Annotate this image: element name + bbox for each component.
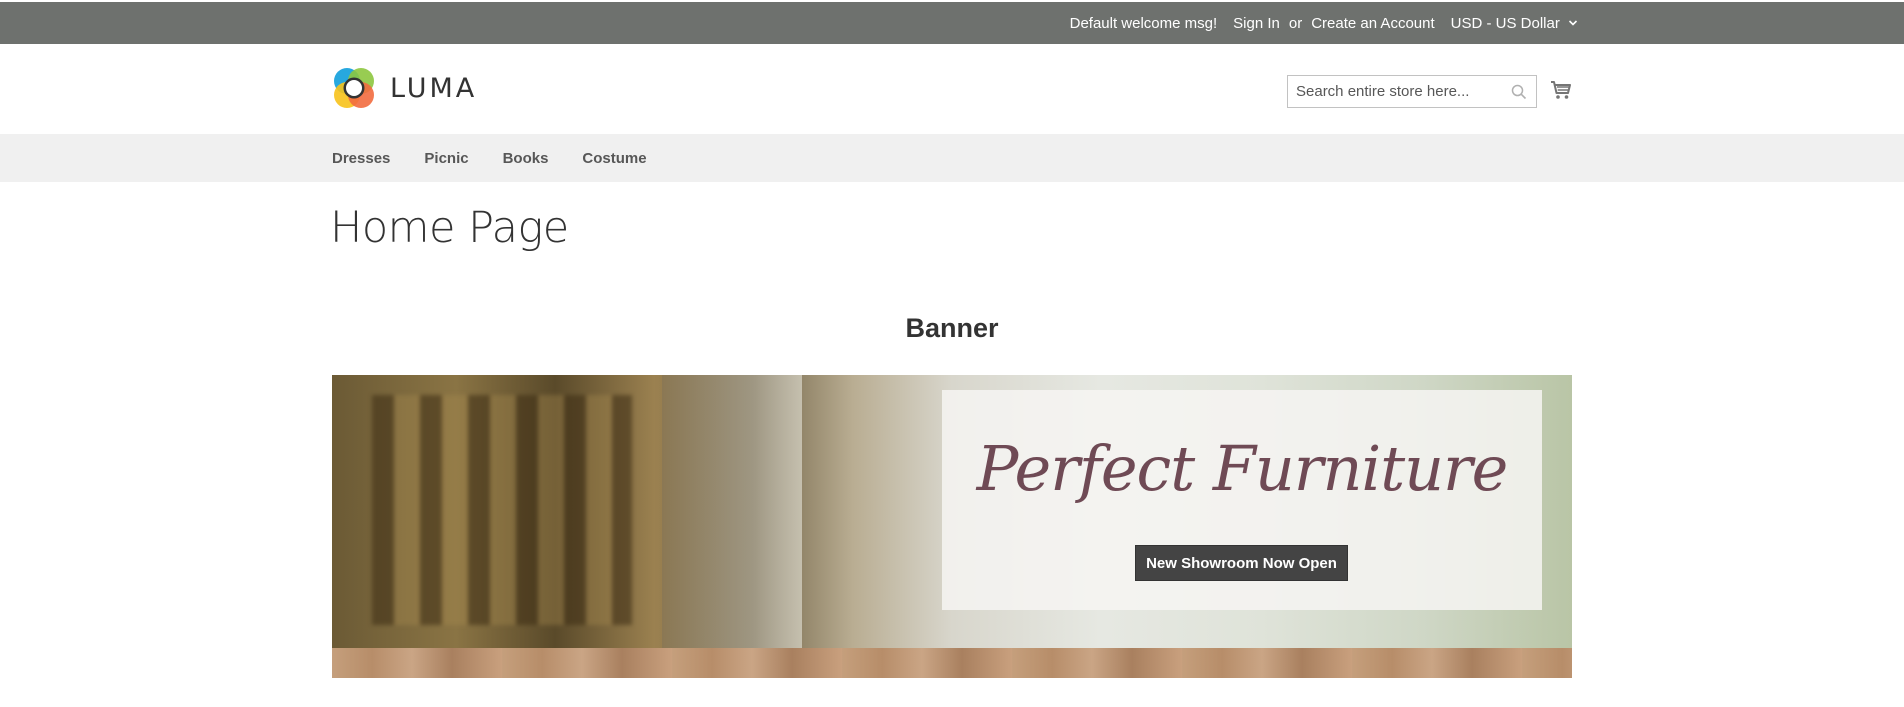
chevron-down-icon xyxy=(1568,19,1578,26)
search-input[interactable] xyxy=(1288,76,1498,107)
currency-switcher[interactable]: USD - US Dollar xyxy=(1451,15,1578,32)
banner-script-title: Perfect Furniture xyxy=(976,432,1509,505)
welcome-message: Default welcome msg! xyxy=(1069,14,1218,32)
logo-text: LUMA xyxy=(390,72,478,104)
nav-item-dresses[interactable]: Dresses xyxy=(332,150,390,167)
luma-logo-icon xyxy=(334,68,374,108)
banner-background-wall xyxy=(662,375,802,655)
new-showroom-button[interactable]: New Showroom Now Open xyxy=(1135,545,1348,581)
sign-in-link[interactable]: Sign In xyxy=(1233,15,1280,32)
nav-item-picnic[interactable]: Picnic xyxy=(424,150,468,167)
create-account-link[interactable]: Create an Account xyxy=(1311,15,1434,32)
banner-overlay-panel: Perfect Furniture New Showroom Now Open xyxy=(942,390,1542,610)
store-logo[interactable]: LUMA xyxy=(332,66,477,110)
banner-background-shelf xyxy=(372,395,632,625)
nav-item-books[interactable]: Books xyxy=(503,150,549,167)
nav-item-costume[interactable]: Costume xyxy=(582,150,646,167)
header: LUMA xyxy=(0,44,1904,134)
top-links: Default welcome msg! Sign In or Create a… xyxy=(1070,2,1578,44)
or-separator: or xyxy=(1288,14,1303,32)
banner-heading: Banner xyxy=(905,313,999,343)
cart-icon[interactable] xyxy=(1550,79,1572,101)
page-title: Home Page xyxy=(330,203,569,253)
banner-image[interactable]: Perfect Furniture New Showroom Now Open xyxy=(332,375,1572,678)
search-box xyxy=(1287,75,1537,108)
main-navigation: Dresses Picnic Books Costume xyxy=(0,134,1904,182)
top-bar: Default welcome msg! Sign In or Create a… xyxy=(0,2,1904,44)
search-icon[interactable] xyxy=(1511,84,1527,100)
currency-label: USD - US Dollar xyxy=(1450,14,1560,32)
banner-wood-floor xyxy=(332,648,1572,678)
